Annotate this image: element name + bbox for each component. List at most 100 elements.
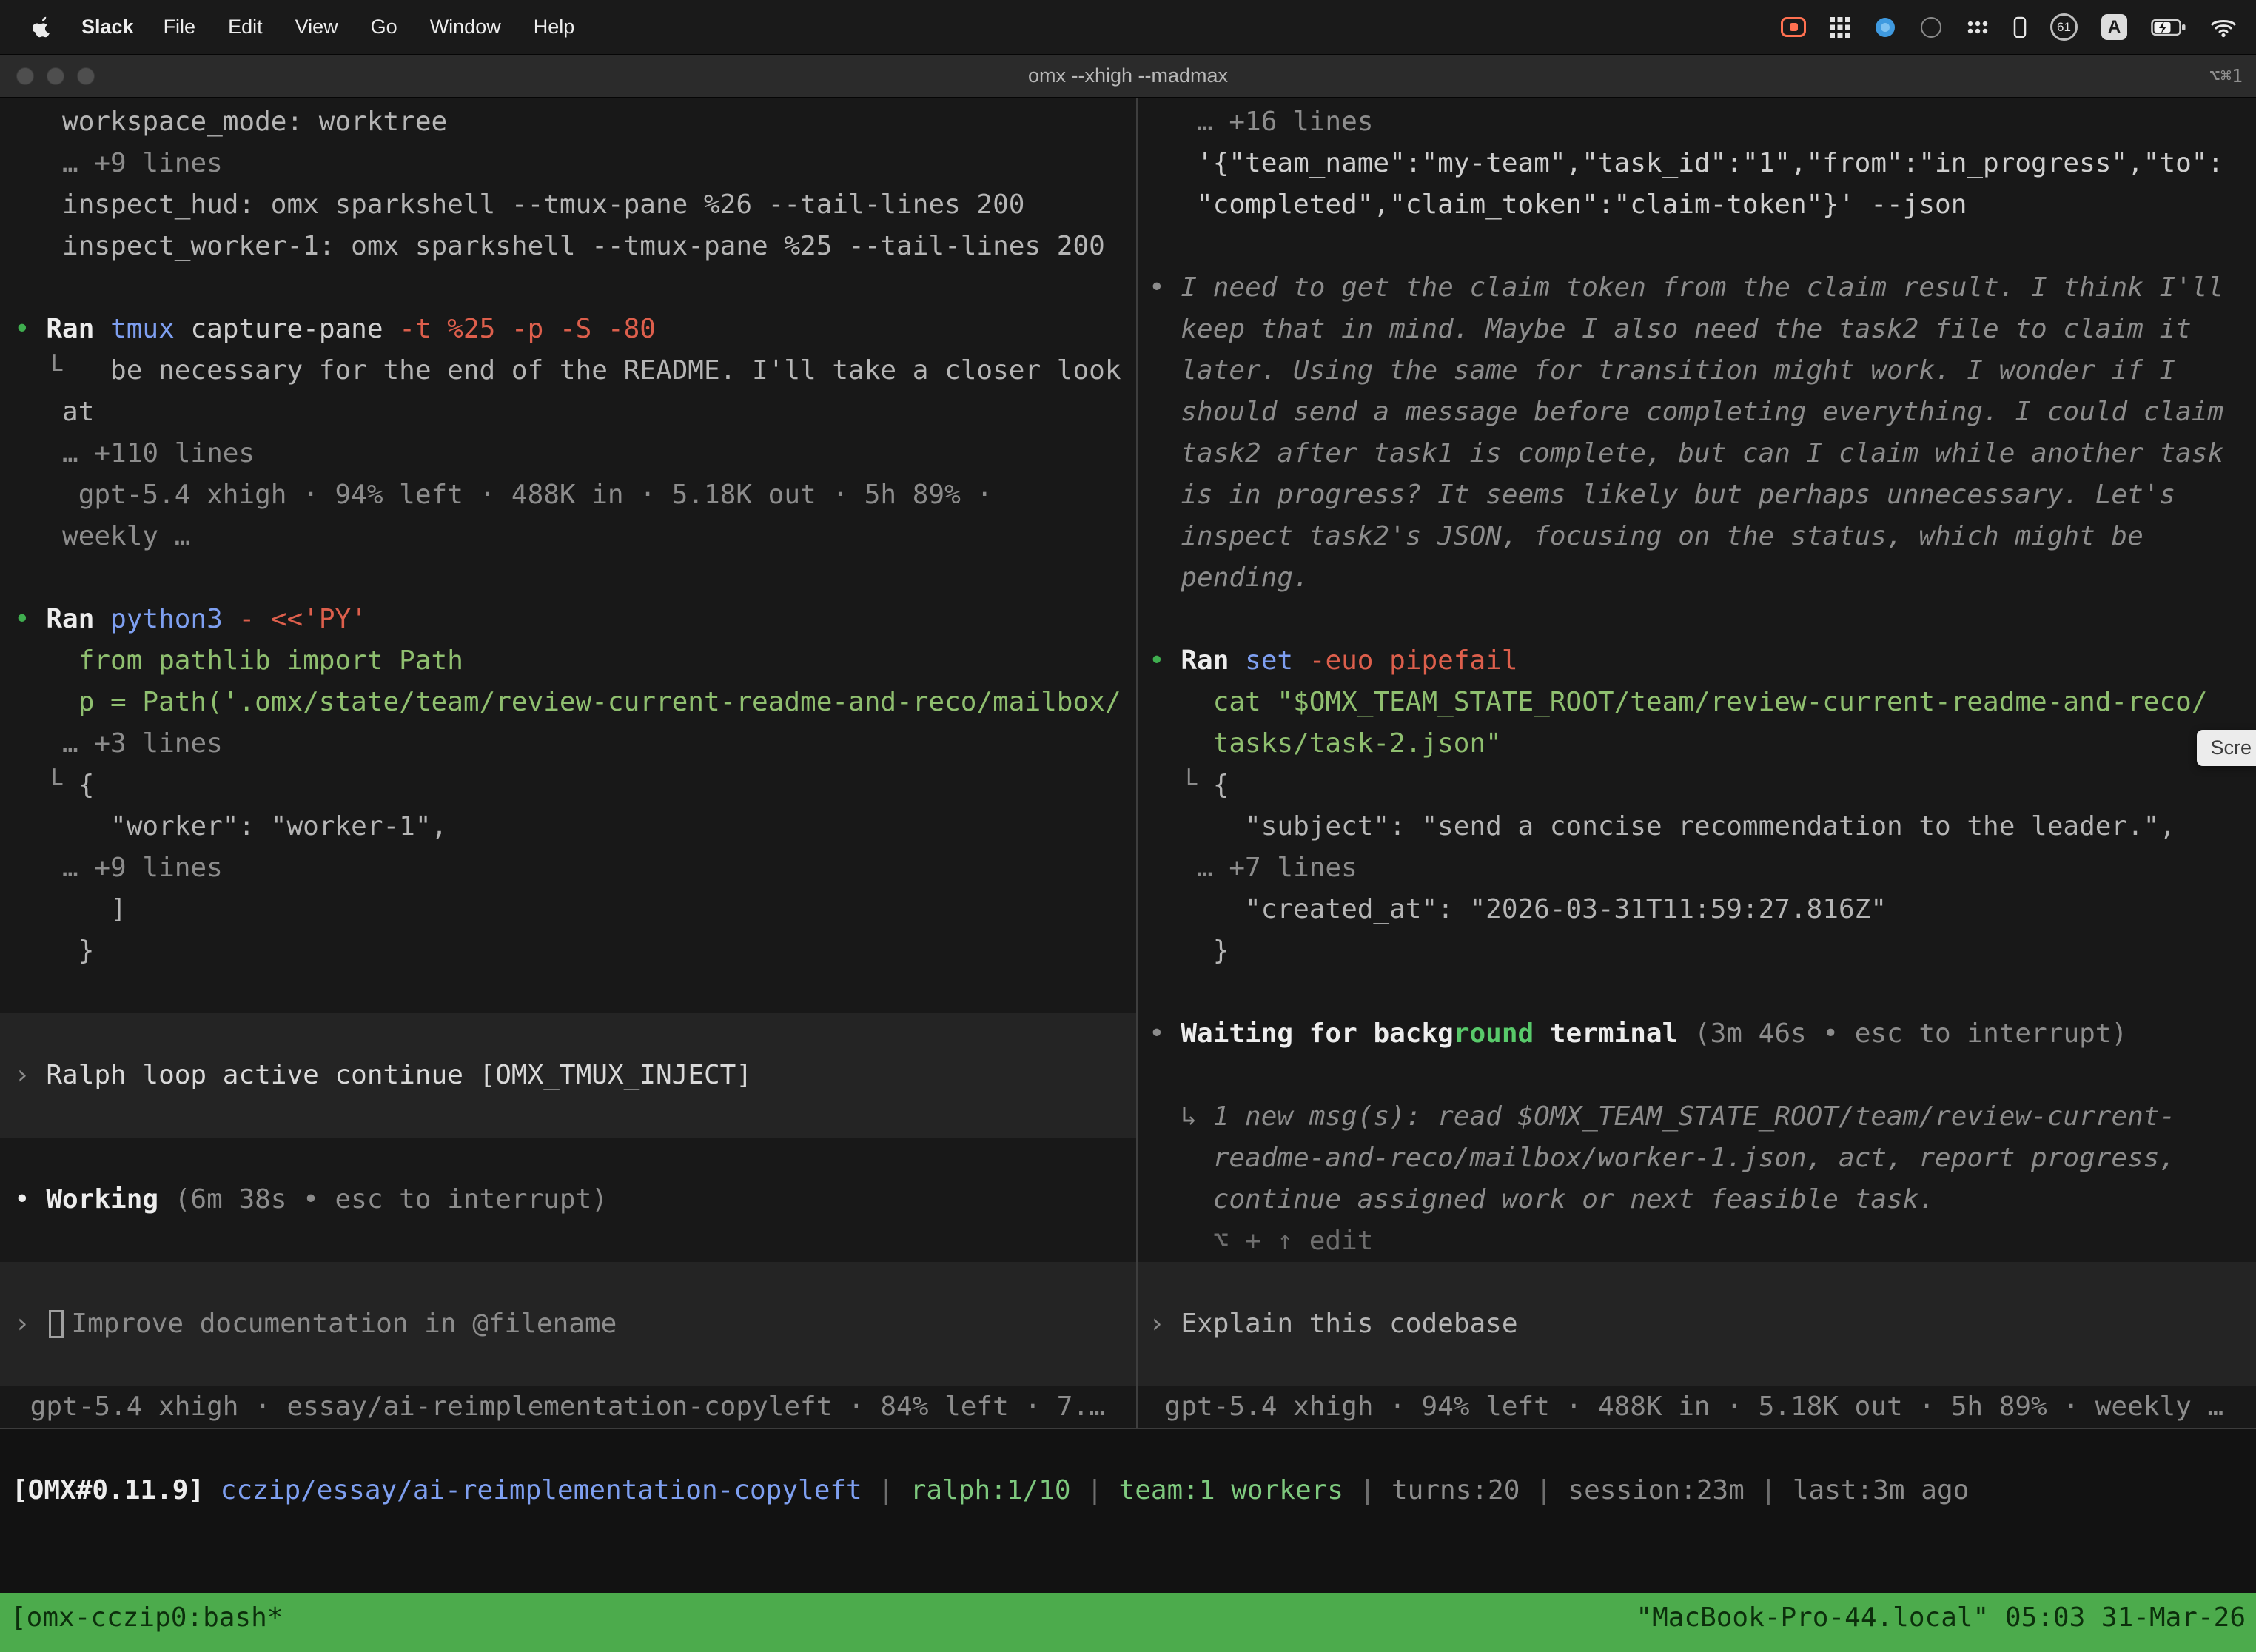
terminal-line [0, 557, 1136, 599]
tmux-session-window: [omx-cczip0:bash* [10, 1602, 283, 1633]
screen-recording-icon[interactable] [1781, 17, 1806, 37]
omx-status-line: [OMX#0.11.9] cczip/essay/ai-reimplementa… [0, 1429, 2256, 1511]
terminal-line: └ { [1138, 765, 2256, 806]
text-run: set [1245, 645, 1309, 676]
omx-hud: [OMX#0.11.9] cczip/essay/ai-reimplementa… [0, 1429, 2256, 1593]
run-command-python: • Ran python3 - <<'PY' [0, 599, 1136, 640]
tmux-pane-right[interactable]: … +16 lines '{"team_name":"my-team","tas… [1138, 98, 2256, 1428]
close-button[interactable] [16, 67, 34, 85]
menu-item-edit[interactable]: Edit [228, 16, 263, 38]
menu-bar: Slack File Edit View Go Window Help 61 A [0, 0, 2256, 55]
text-run: [OMX#0.11.9] [12, 1475, 221, 1505]
terminal-line [0, 1138, 1136, 1179]
terminal-line: task2 after task1 is complete, but can I… [1138, 433, 2256, 474]
minimize-button[interactable] [47, 67, 64, 85]
battery-percent-gauge[interactable]: 61 [2050, 13, 2078, 41]
status-waiting: • Waiting for background terminal (3m 46… [1138, 1013, 2256, 1055]
thinking-text: • I need to get the claim token from the… [1138, 267, 2256, 309]
text-run: Improve documentation in @filename [71, 1303, 617, 1345]
text-run: { [1213, 770, 1229, 800]
text-run: at [14, 397, 94, 427]
terminal-line [0, 267, 1136, 309]
terminal-line: is in progress? It seems likely but perh… [1138, 474, 2256, 516]
window-title-bar[interactable]: omx --xhigh --madmax ⌥⌘1 [0, 55, 2256, 98]
text-run: inspect task2's JSON, focusing on the st… [1149, 521, 2143, 551]
model-status-footer: gpt-5.4 xhigh · essay/ai-reimplementatio… [0, 1386, 1136, 1428]
text-run: "completed","claim_token":"claim-token"}… [1149, 189, 1967, 220]
battery-icon[interactable] [2151, 19, 2186, 36]
text-run: - <<'PY' [238, 604, 366, 634]
menu-item-file[interactable]: File [164, 16, 196, 38]
text-run: … +16 lines [1149, 107, 1373, 137]
text-run: "subject": "send a concise recommendatio… [1149, 811, 2175, 842]
desktop: Slack File Edit View Go Window Help 61 A [0, 0, 2256, 1652]
terminal-line: keep that in mind. Maybe I also need the… [1138, 309, 2256, 350]
menu-item-help[interactable]: Help [534, 16, 575, 38]
terminal-line: … +7 lines [1138, 847, 2256, 889]
apple-menu[interactable] [33, 16, 52, 38]
dark-app-icon[interactable] [1920, 16, 1942, 38]
ralph-loop-banner: › Ralph loop active continue [OMX_TMUX_I… [0, 1013, 1136, 1138]
terminal-line: └ { [0, 765, 1136, 806]
run-command-cat-task: • Ran set -euo pipefail [1138, 640, 2256, 682]
text-run: ⌥ + ↑ edit [1149, 1226, 1373, 1256]
terminal-line: } [0, 930, 1136, 972]
tmux-status-bar: [omx-cczip0:bash* "MacBook-Pro-44.local"… [0, 1593, 2256, 1652]
text-run: python3 [110, 604, 238, 634]
terminal-line: readme-and-reco/mailbox/worker-1.json, a… [1138, 1138, 2256, 1179]
input-source-icon[interactable]: A [2101, 14, 2127, 40]
terminal-line: later. Using the same for transition mig… [1138, 350, 2256, 392]
text-run: cat "$OMX_TEAM_STATE_ROOT/team/review-cu… [1149, 687, 2207, 717]
model-status-footer: gpt-5.4 xhigh · 94% left · 488K in · 5.1… [1138, 1386, 2256, 1428]
app-menu-slack[interactable]: Slack [81, 16, 134, 38]
suggestion-explain-codebase[interactable]: › Explain this codebase [1138, 1262, 2256, 1386]
terminal-line: cat "$OMX_TEAM_STATE_ROOT/team/review-cu… [1138, 682, 2256, 723]
text-run: "worker": "worker-1", [14, 811, 447, 842]
text-run: ↳ [1149, 1101, 1213, 1132]
menu-bar-left: Slack File Edit View Go Window Help [0, 16, 574, 38]
text-run: task2 after task1 is complete, but can I… [1149, 438, 2223, 469]
text-run: inspect_worker-1: omx sparkshell --tmux-… [14, 231, 1105, 261]
text-run: Ran [1181, 645, 1245, 676]
input-cursor [49, 1310, 64, 1338]
text-run: • [1149, 645, 1181, 676]
terminal-line: … +16 lines [1138, 101, 2256, 143]
window-title: omx --xhigh --madmax [0, 64, 2256, 87]
menu-item-go[interactable]: Go [371, 16, 397, 38]
dots-grid-icon[interactable] [1966, 19, 1990, 36]
terminal-line: from pathlib import Path [0, 640, 1136, 682]
phone-icon[interactable] [2013, 16, 2027, 38]
terminal-line: p = Path('.omx/state/team/review-current… [0, 682, 1136, 723]
menu-item-window[interactable]: Window [430, 16, 501, 38]
terminal-line [0, 972, 1136, 1013]
text-run: • [14, 1184, 46, 1215]
tmux-pane-left[interactable]: workspace_mode: worktree … +9 lines insp… [0, 98, 1138, 1428]
text-run: | [1520, 1475, 1568, 1505]
menu-item-view[interactable]: View [295, 16, 338, 38]
text-run: '{"team_name":"my-team","task_id":"1","f… [1149, 148, 2223, 178]
terminal-content: workspace_mode: worktree … +9 lines insp… [0, 98, 2256, 1429]
prompt-input[interactable]: › Improve documentation in @filename [0, 1262, 1136, 1386]
terminal-line: … +9 lines [0, 847, 1136, 889]
text-run: └ [1149, 770, 1213, 800]
terminal-line: … +9 lines [0, 143, 1136, 184]
text-run: • [1149, 272, 1181, 303]
text-run: readme-and-reco/mailbox/worker-1.json, a… [1149, 1143, 2175, 1173]
text-run: … +110 lines [14, 438, 255, 469]
zoom-button[interactable] [77, 67, 95, 85]
wifi-icon[interactable] [2210, 17, 2237, 38]
blue-app-icon[interactable] [1874, 16, 1896, 38]
text-run: ralph:1/10 [910, 1475, 1071, 1505]
text-run: Waiting for backg [1181, 1018, 1453, 1049]
terminal-line: … +3 lines [0, 723, 1136, 765]
text-run: inspect_hud: omx sparkshell --tmux-pane … [14, 189, 1024, 220]
screen-share-tooltip[interactable]: Scre [2197, 730, 2256, 766]
text-run: Ran [46, 314, 110, 344]
text-run: from pathlib import Path [14, 645, 463, 676]
text-run: › [14, 1303, 46, 1345]
text-run: (6m 38s • esc to interrupt) [175, 1184, 608, 1215]
grid-app-icon[interactable] [1830, 17, 1850, 38]
text-run: "created_at": "2026-03-31T11:59:27.816Z" [1149, 894, 1887, 924]
terminal-line: should send a message before completing … [1138, 392, 2256, 433]
text-run: } [14, 936, 94, 966]
